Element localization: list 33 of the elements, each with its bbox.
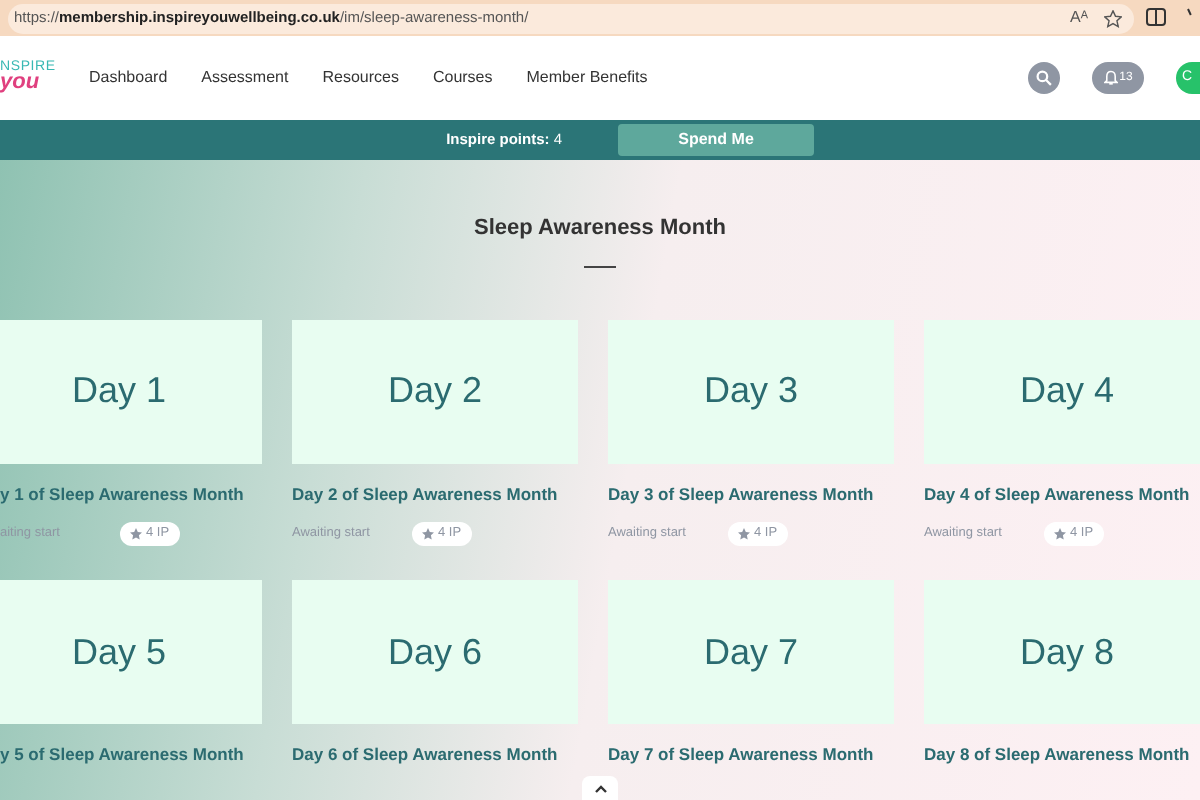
bell-icon [1103,70,1118,86]
search-button[interactable] [1028,62,1060,94]
nav-link[interactable]: Member Benefits [509,66,665,90]
card-title[interactable]: y 1 of Sleep Awareness Month [0,481,262,507]
star-icon [1054,528,1066,541]
page-title: Sleep Awareness Month [472,214,728,244]
search-icon [1036,70,1052,86]
card-title[interactable]: Day 2 of Sleep Awareness Month [292,481,578,507]
nav-link[interactable]: Resources [305,66,416,90]
favorite-icon[interactable] [1104,6,1122,30]
card-image[interactable]: Day 5 [0,580,262,725]
card-image[interactable]: Day 3 [608,319,894,463]
star-icon [422,528,434,541]
nav-link[interactable]: Courses [415,66,510,90]
star-icon [738,528,750,541]
nav-link[interactable]: Dashboard [72,66,185,90]
card-title[interactable]: y 5 of Sleep Awareness Month [0,742,262,768]
card-image[interactable]: Day 8 [924,580,1200,725]
card-title[interactable]: Day 8 of Sleep Awareness Month [924,742,1200,768]
card-image[interactable]: Day 6 [292,580,578,725]
caret-up-icon [593,783,607,793]
card-title[interactable]: Day 4 of Sleep Awareness Month [924,481,1200,507]
nav-link[interactable]: Assessment [184,66,306,90]
star-icon [130,528,142,541]
card-title[interactable]: Day 7 of Sleep Awareness Month [608,742,894,768]
scroll-top-button[interactable] [582,776,618,800]
read-aloud-button[interactable]: Aᴬ [1070,6,1088,30]
card-title[interactable]: Day 6 of Sleep Awareness Month [292,742,578,768]
card-image[interactable]: Day 7 [608,580,894,725]
card-image[interactable]: Day 4 [924,319,1200,463]
card-image[interactable]: Day 2 [292,319,578,463]
card-image[interactable]: Day 1 [0,319,262,463]
card-title[interactable]: Day 3 of Sleep Awareness Month [608,481,894,507]
